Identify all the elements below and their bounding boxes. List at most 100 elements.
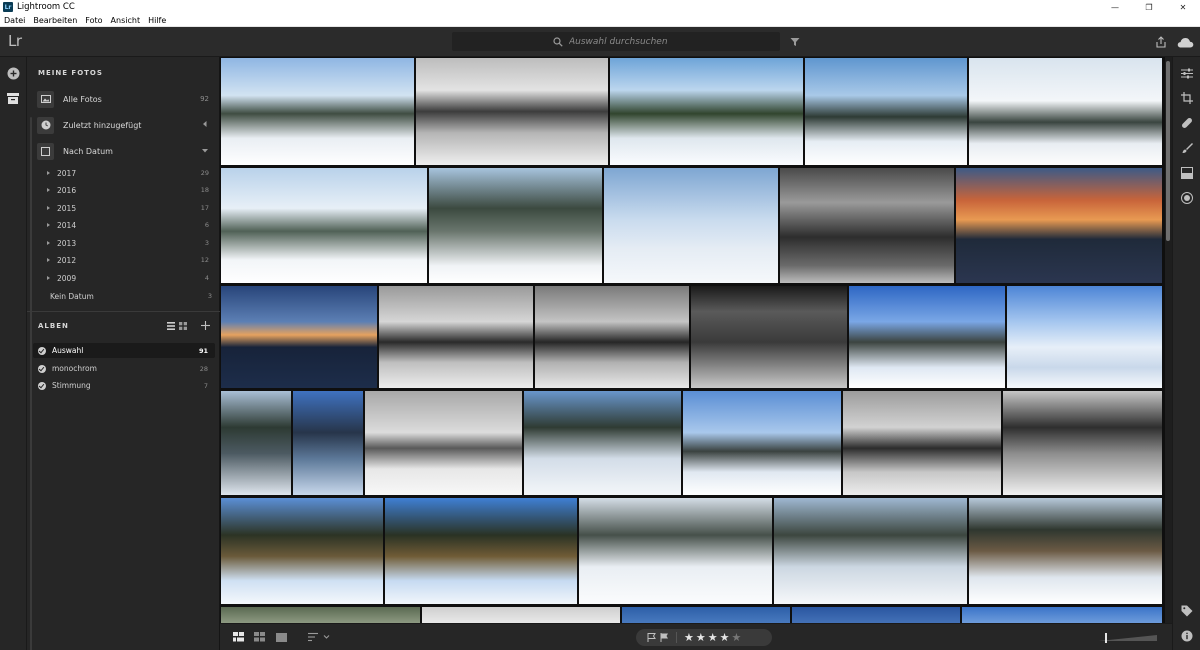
photo-thumbnail[interactable] [780, 168, 954, 283]
photo-grid[interactable] [220, 57, 1165, 623]
album-item-monochrom[interactable]: monochrom 28 [33, 361, 215, 376]
photo-thumbnail[interactable] [1003, 391, 1162, 495]
nav-recently-added[interactable]: Zuletzt hinzugefügt [37, 115, 217, 135]
year-item-2016[interactable]: 2016 18 [47, 183, 217, 197]
sidebar-scrollbar[interactable] [30, 117, 32, 650]
year-item-2012[interactable]: 2012 12 [47, 253, 217, 267]
scrollbar-thumb[interactable] [1166, 61, 1170, 241]
my-photos-panel-button[interactable] [5, 90, 21, 106]
photo-thumbnail[interactable] [416, 58, 608, 165]
slider-handle[interactable] [1105, 633, 1107, 643]
album-item-auswahl[interactable]: Auswahl 91 [33, 343, 215, 358]
rating-filter[interactable]: ★ ★ ★ ★ ★ [636, 629, 772, 646]
photo-thumbnail[interactable] [849, 286, 1005, 388]
photo-thumbnail[interactable] [221, 391, 291, 495]
crop-button[interactable] [1179, 90, 1195, 106]
expand-triangle-icon[interactable] [47, 276, 50, 280]
photo-thumbnail[interactable] [805, 58, 967, 165]
photo-thumbnail[interactable] [843, 391, 1001, 495]
photo-thumbnail[interactable] [365, 391, 522, 495]
star-rating[interactable]: ★ ★ ★ ★ ★ [684, 632, 743, 643]
photo-thumbnail[interactable] [956, 168, 1162, 283]
photo-thumbnail[interactable] [683, 391, 841, 495]
photo-thumbnail[interactable] [221, 498, 383, 604]
expand-triangle-icon[interactable] [47, 206, 50, 210]
menu-ansicht[interactable]: Ansicht [111, 16, 141, 25]
year-item-2014[interactable]: 2014 6 [47, 218, 217, 232]
album-item-stimmung[interactable]: Stimmung 7 [33, 378, 215, 393]
year-item-2017[interactable]: 2017 29 [47, 166, 217, 180]
photo-thumbnail[interactable] [379, 286, 533, 388]
photo-thumbnail[interactable] [293, 391, 363, 495]
photo-thumbnail[interactable] [610, 58, 803, 165]
nav-all-photos[interactable]: Alle Fotos 92 [37, 89, 217, 109]
linear-gradient-button[interactable] [1179, 165, 1195, 181]
expand-triangle-icon[interactable] [47, 241, 50, 245]
year-item-2009[interactable]: 2009 4 [47, 271, 217, 285]
expand-triangle-icon[interactable] [47, 258, 50, 262]
close-button[interactable]: ✕ [1166, 0, 1200, 14]
add-album-button[interactable] [201, 321, 211, 331]
photo-thumbnail[interactable] [579, 498, 772, 604]
expand-triangle-icon[interactable] [47, 171, 50, 175]
reject-flag-icon[interactable] [659, 633, 669, 643]
keywords-button[interactable] [1179, 603, 1195, 619]
cloud-sync-icon[interactable] [1176, 35, 1194, 49]
photo-thumbnail[interactable] [1007, 286, 1162, 388]
square-grid-view-button[interactable] [253, 631, 265, 643]
edit-sliders-button[interactable] [1179, 65, 1195, 81]
search-box[interactable] [452, 32, 780, 51]
photo-thumbnail[interactable] [969, 498, 1162, 604]
healing-brush-button[interactable] [1179, 115, 1195, 131]
photo-thumbnail[interactable] [385, 498, 577, 604]
list-view-icon[interactable] [167, 322, 175, 330]
nav-by-date[interactable]: Nach Datum [37, 141, 217, 161]
photo-thumbnail[interactable] [221, 286, 377, 388]
no-date-item[interactable]: Kein Datum 3 [50, 289, 220, 303]
photo-thumbnail[interactable] [691, 286, 847, 388]
search-input[interactable] [569, 36, 679, 47]
photo-thumbnail[interactable] [422, 607, 620, 623]
thumbnail-size-slider[interactable] [1097, 633, 1159, 643]
photo-thumbnail[interactable] [524, 391, 681, 495]
year-item-2013[interactable]: 2013 3 [47, 236, 217, 250]
pick-flag-icon[interactable] [646, 633, 656, 643]
photo-thumbnail[interactable] [962, 607, 1162, 623]
photo-thumbnail[interactable] [535, 286, 689, 388]
year-label: 2017 [57, 168, 77, 178]
photo-thumbnail[interactable] [774, 498, 967, 604]
expand-triangle-icon[interactable] [47, 223, 50, 227]
grid-view-small-icon[interactable] [179, 322, 187, 330]
photo-thumbnail[interactable] [792, 607, 960, 623]
expand-triangle-icon[interactable] [47, 188, 50, 192]
grid-scrollbar[interactable] [1165, 57, 1172, 623]
menu-hilfe[interactable]: Hilfe [148, 16, 166, 25]
info-button[interactable] [1179, 628, 1195, 644]
minimize-button[interactable]: — [1098, 0, 1132, 14]
star-icon[interactable]: ★ [720, 632, 730, 643]
star-icon[interactable]: ★ [696, 632, 706, 643]
photo-grid-view-button[interactable] [232, 631, 244, 643]
menu-foto[interactable]: Foto [85, 16, 102, 25]
photo-thumbnail[interactable] [221, 58, 414, 165]
photo-thumbnail[interactable] [604, 168, 778, 283]
photo-thumbnail[interactable] [429, 168, 602, 283]
menu-bearbeiten[interactable]: Bearbeiten [33, 16, 77, 25]
sort-button[interactable] [307, 631, 331, 643]
star-icon[interactable]: ★ [684, 632, 694, 643]
star-icon[interactable]: ★ [732, 632, 742, 643]
maximize-button[interactable]: ❐ [1132, 0, 1166, 14]
add-photos-button[interactable] [5, 65, 21, 81]
photo-thumbnail[interactable] [969, 58, 1162, 165]
photo-thumbnail[interactable] [622, 607, 790, 623]
photo-thumbnail[interactable] [221, 168, 427, 283]
year-item-2015[interactable]: 2015 17 [47, 201, 217, 215]
star-icon[interactable]: ★ [708, 632, 718, 643]
menu-datei[interactable]: Datei [4, 16, 25, 25]
radial-gradient-button[interactable] [1179, 190, 1195, 206]
share-icon[interactable] [1154, 35, 1168, 49]
photo-thumbnail[interactable] [221, 607, 420, 623]
detail-view-button[interactable] [275, 631, 287, 643]
brush-button[interactable] [1179, 140, 1195, 156]
filter-icon[interactable] [789, 36, 801, 48]
